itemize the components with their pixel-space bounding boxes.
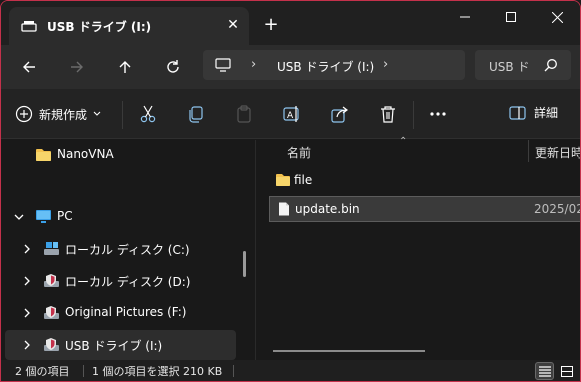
arrow-left-icon[interactable] bbox=[15, 53, 43, 81]
paste-icon[interactable] bbox=[233, 103, 255, 125]
breadcrumb-usb-drive[interactable]: USB ドライブ (I:) bbox=[277, 58, 374, 75]
chevron-right-icon[interactable]: › bbox=[383, 57, 388, 72]
horizontal-scrollbar[interactable] bbox=[273, 350, 425, 352]
close-icon[interactable] bbox=[534, 1, 580, 33]
toolbar-divider bbox=[122, 101, 123, 129]
chevron-down-icon[interactable] bbox=[13, 210, 25, 224]
delete-icon[interactable] bbox=[377, 103, 399, 125]
chevron-right-icon[interactable] bbox=[21, 274, 33, 288]
toolbar-divider bbox=[413, 101, 414, 129]
cut-icon[interactable] bbox=[137, 103, 159, 125]
chevron-right-icon[interactable] bbox=[21, 242, 33, 256]
tab-title: USB ドライブ (I:) bbox=[47, 20, 152, 34]
close-icon[interactable]: ✕ bbox=[223, 15, 243, 35]
refresh-icon[interactable] bbox=[159, 53, 187, 81]
file-date: 2025/02/ bbox=[534, 202, 580, 216]
plus-circle-icon bbox=[15, 105, 33, 123]
maximize-icon[interactable] bbox=[488, 1, 534, 33]
search-input[interactable]: USB ド bbox=[475, 50, 571, 80]
chevron-right-icon[interactable] bbox=[21, 338, 33, 352]
column-header-name[interactable]: 名前 bbox=[287, 144, 311, 168]
command-bar: 新規作成 A 詳細 bbox=[1, 89, 580, 139]
details-pane-icon bbox=[509, 105, 526, 120]
tab-usb-drive[interactable]: USB ドライブ (I:) ✕ bbox=[9, 7, 249, 45]
sidebar-item-drive-f[interactable]: Original Pictures (F:) bbox=[5, 298, 236, 328]
more-icon[interactable] bbox=[427, 103, 449, 125]
chevron-down-icon bbox=[93, 111, 101, 116]
sort-caret-icon: ⌃ bbox=[399, 136, 408, 147]
sidebar-item-drive-c[interactable]: ローカル ディスク (C:) bbox=[5, 234, 236, 264]
plus-icon[interactable]: + bbox=[259, 13, 283, 37]
folder-icon bbox=[276, 174, 290, 186]
column-divider[interactable] bbox=[528, 140, 529, 162]
address-toolbar: › USB ドライブ (I:) › USB ド bbox=[1, 45, 580, 89]
pane-divider[interactable] bbox=[255, 140, 256, 360]
sidebar-item-label: PC bbox=[57, 209, 73, 223]
details-pane-button[interactable]: 詳細 bbox=[509, 104, 558, 121]
rename-icon[interactable]: A bbox=[281, 103, 303, 125]
share-icon[interactable] bbox=[329, 103, 351, 125]
item-count: 2 個の項目 bbox=[15, 365, 70, 378]
minimize-icon[interactable] bbox=[442, 1, 488, 33]
svg-text:A: A bbox=[287, 111, 294, 121]
details-view-icon[interactable] bbox=[535, 362, 554, 380]
sidebar-item-nanovna[interactable]: NanoVNA bbox=[5, 140, 236, 170]
sidebar-item-label: ローカル ディスク (C:) bbox=[65, 243, 190, 257]
file-name: update.bin bbox=[295, 202, 360, 216]
sidebar-item-label: ローカル ディスク (D:) bbox=[65, 275, 191, 289]
status-divider bbox=[83, 365, 84, 377]
drive-icon bbox=[44, 338, 59, 351]
selection-info: 1 個の項目を選択 210 KB bbox=[92, 365, 223, 378]
list-item-update-bin[interactable]: update.bin 2025/02/ bbox=[269, 196, 580, 222]
search-placeholder: USB ド bbox=[489, 60, 529, 74]
address-bar[interactable]: › USB ドライブ (I:) › bbox=[203, 50, 465, 80]
sidebar-item-label: USB ドライブ (I:) bbox=[65, 339, 163, 353]
list-item-file-folder[interactable]: file bbox=[269, 168, 580, 194]
chevron-right-icon[interactable] bbox=[21, 306, 33, 320]
column-header-date[interactable]: 更新日時 bbox=[535, 144, 580, 168]
sidebar-scrollbar[interactable] bbox=[243, 251, 246, 277]
status-bar: 2 個の項目 1 個の項目を選択 210 KB bbox=[1, 360, 580, 381]
new-button-label: 新規作成 bbox=[39, 107, 88, 122]
tiles-view-icon[interactable] bbox=[557, 362, 576, 380]
explorer-window: USB ドライブ (I:) ✕ + › USB ドライブ (I:) › USB … bbox=[0, 0, 581, 382]
search-icon bbox=[544, 59, 557, 72]
pc-icon bbox=[215, 58, 231, 72]
sidebar-item-label: NanoVNA bbox=[57, 147, 114, 161]
file-icon bbox=[279, 202, 289, 216]
drive-icon bbox=[44, 274, 59, 287]
sidebar-item-drive-i[interactable]: USB ドライブ (I:) bbox=[5, 330, 236, 360]
chevron-right-icon[interactable]: › bbox=[251, 57, 256, 72]
sidebar-item-pc[interactable]: PC bbox=[5, 202, 236, 232]
arrow-up-icon[interactable] bbox=[111, 53, 139, 81]
navigation-pane: NanoVNA PC ローカル ディスク (C:) ローカル ディスク (D:)… bbox=[1, 140, 237, 360]
title-bar: USB ドライブ (I:) ✕ + bbox=[1, 1, 580, 45]
copy-icon[interactable] bbox=[185, 103, 207, 125]
pc-icon bbox=[36, 210, 51, 223]
arrow-right-icon[interactable] bbox=[63, 53, 91, 81]
folder-icon bbox=[36, 149, 51, 161]
drive-icon bbox=[44, 306, 59, 319]
sidebar-item-label: Original Pictures (F:) bbox=[65, 305, 187, 319]
drive-icon bbox=[21, 21, 37, 32]
drive-icon bbox=[44, 242, 59, 255]
file-list: ⌃ 名前 更新日時 file update.bin 2025/02/ bbox=[257, 136, 580, 360]
file-name: file bbox=[294, 173, 313, 187]
details-label: 詳細 bbox=[534, 106, 559, 120]
sidebar-item-drive-d[interactable]: ローカル ディスク (D:) bbox=[5, 266, 236, 296]
new-button[interactable]: 新規作成 bbox=[15, 103, 101, 125]
status-divider bbox=[233, 365, 234, 377]
